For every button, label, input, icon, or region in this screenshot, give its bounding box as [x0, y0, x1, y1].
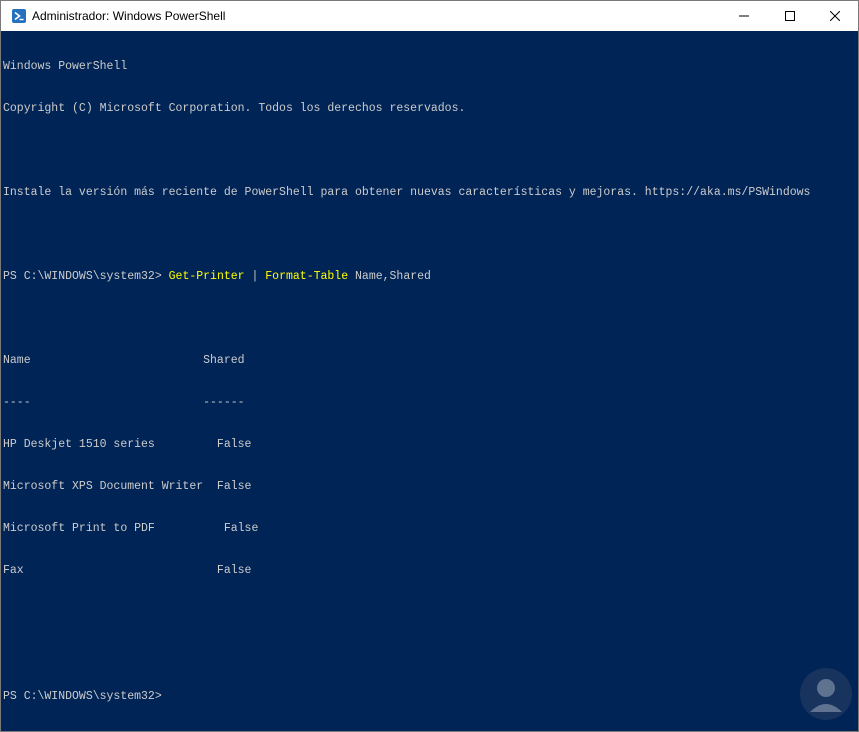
powershell-icon — [12, 9, 26, 23]
close-button[interactable] — [812, 1, 858, 31]
console-output[interactable]: Windows PowerShell Copyright (C) Microso… — [1, 31, 843, 731]
window-title: Administrador: Windows PowerShell — [32, 9, 226, 23]
minimize-button[interactable] — [721, 1, 767, 31]
banner-line-2: Copyright (C) Microsoft Corporation. Tod… — [3, 102, 466, 115]
close-icon — [830, 11, 840, 21]
minimize-icon — [739, 15, 749, 17]
prompt-line: PS C:\WINDOWS\system32> — [3, 690, 162, 703]
command-line: PS C:\WINDOWS\system32> Get-Printer | Fo… — [3, 270, 843, 284]
command-get-printer: Get-Printer — [168, 270, 245, 283]
title-bar[interactable]: Administrador: Windows PowerShell — [1, 1, 858, 31]
table-row: HP Deskjet 1510 series False — [3, 438, 252, 451]
maximize-button[interactable] — [767, 1, 813, 31]
prompt: PS C:\WINDOWS\system32> — [3, 270, 169, 283]
banner-line-1: Windows PowerShell — [3, 60, 128, 73]
maximize-icon — [785, 11, 795, 21]
banner-line-3: Instale la versión más reciente de Power… — [3, 186, 811, 199]
command-args: Name,Shared — [348, 270, 431, 283]
pipe-operator: | — [244, 270, 266, 283]
table-row: Microsoft Print to PDF False — [3, 522, 259, 535]
watermark-logo-icon — [800, 668, 852, 720]
table-separator: ---- ------ — [3, 396, 245, 409]
table-row: Fax False — [3, 564, 252, 577]
table-header: Name Shared — [3, 354, 245, 367]
vertical-scrollbar[interactable] — [843, 31, 858, 731]
command-format-table: Format-Table — [265, 270, 349, 283]
table-row: Microsoft XPS Document Writer False — [3, 480, 252, 493]
powershell-window: Administrador: Windows PowerShell Window… — [0, 0, 859, 732]
